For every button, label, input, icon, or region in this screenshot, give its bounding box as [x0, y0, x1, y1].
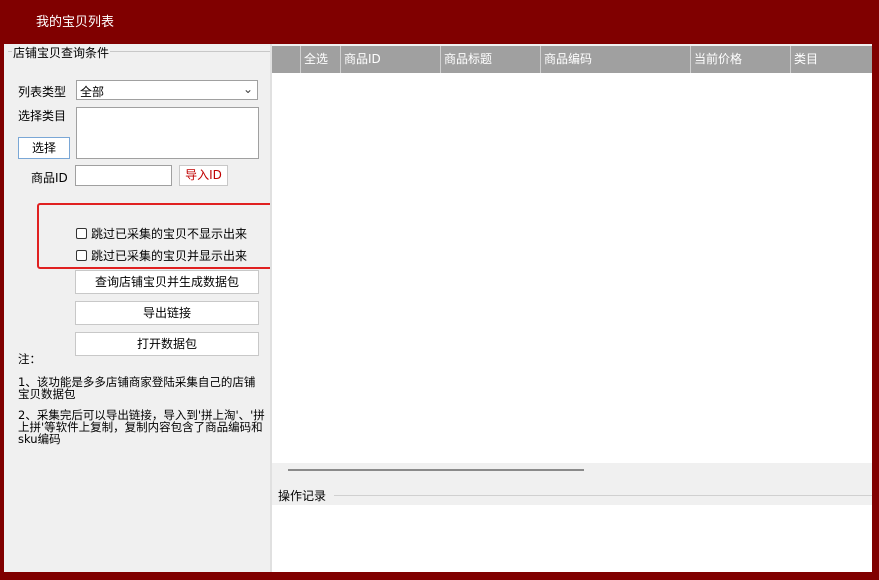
skip-show-checkbox-row[interactable]: 跳过已采集的宝贝并显示出来	[76, 247, 247, 263]
import-id-button[interactable]: 导入ID	[179, 165, 228, 186]
product-grid[interactable]: 全选 商品ID 商品标题 商品编码 当前价格 类目	[272, 46, 872, 463]
grid-header: 全选 商品ID 商品标题 商品编码 当前价格 类目	[272, 46, 872, 73]
chevron-down-icon: ⌄	[242, 82, 253, 96]
window-title: 我的宝贝列表	[36, 15, 115, 30]
query-generate-button[interactable]: 查询店铺宝贝并生成数据包	[75, 270, 259, 294]
skip-hide-checkbox[interactable]	[76, 227, 87, 239]
export-links-button[interactable]: 导出链接	[75, 301, 259, 325]
col-current-price[interactable]: 当前价格	[690, 46, 790, 73]
skip-show-label: 跳过已采集的宝贝并显示出来	[91, 248, 248, 263]
list-type-value: 全部	[80, 85, 105, 99]
col-select-all[interactable]: 全选	[300, 46, 340, 73]
col-category[interactable]: 类目	[790, 46, 872, 73]
skip-show-checkbox[interactable]	[76, 249, 87, 261]
category-label: 选择类目	[18, 109, 67, 123]
select-category-button[interactable]: 选择	[18, 137, 70, 159]
col-product-code[interactable]: 商品编码	[540, 46, 690, 73]
list-type-select[interactable]: 全部 ⌄	[76, 80, 258, 100]
skip-hide-checkbox-row[interactable]: 跳过已采集的宝贝不显示出来	[76, 225, 247, 241]
col-product-id[interactable]: 商品ID	[340, 46, 440, 73]
skip-hide-label: 跳过已采集的宝贝不显示出来	[91, 226, 248, 241]
list-type-label: 列表类型	[18, 85, 67, 99]
horizontal-scrollbar[interactable]	[272, 463, 872, 483]
query-group-title: 店铺宝贝查询条件	[12, 44, 111, 61]
main-client-area: 店铺宝贝查询条件 列表类型 全部 ⌄ 选择类目 选择 商品ID 导入ID 跳过已…	[4, 44, 872, 572]
col-product-title[interactable]: 商品标题	[440, 46, 540, 73]
note-line-2: 2、采集完后可以导出链接，导入到'拼上淘'、'拼上拼'等软件上复制，复制内容包含…	[18, 408, 265, 446]
scrollbar-thumb[interactable]	[288, 469, 584, 471]
query-panel: 店铺宝贝查询条件 列表类型 全部 ⌄ 选择类目 选择 商品ID 导入ID 跳过已…	[4, 44, 277, 572]
note-line-1: 1、该功能是多多店铺商家登陆采集自己的店铺宝贝数据包	[18, 375, 256, 401]
product-id-label: 商品ID	[31, 171, 68, 185]
product-id-input[interactable]	[75, 165, 172, 186]
title-bar: 我的宝贝列表	[0, 0, 879, 40]
log-title: 操作记录	[278, 489, 327, 503]
row-header-corner	[272, 46, 300, 73]
log-textarea[interactable]	[272, 505, 872, 572]
category-textarea[interactable]	[76, 107, 259, 159]
notes-title: 注：	[18, 352, 41, 366]
log-divider	[334, 495, 872, 496]
